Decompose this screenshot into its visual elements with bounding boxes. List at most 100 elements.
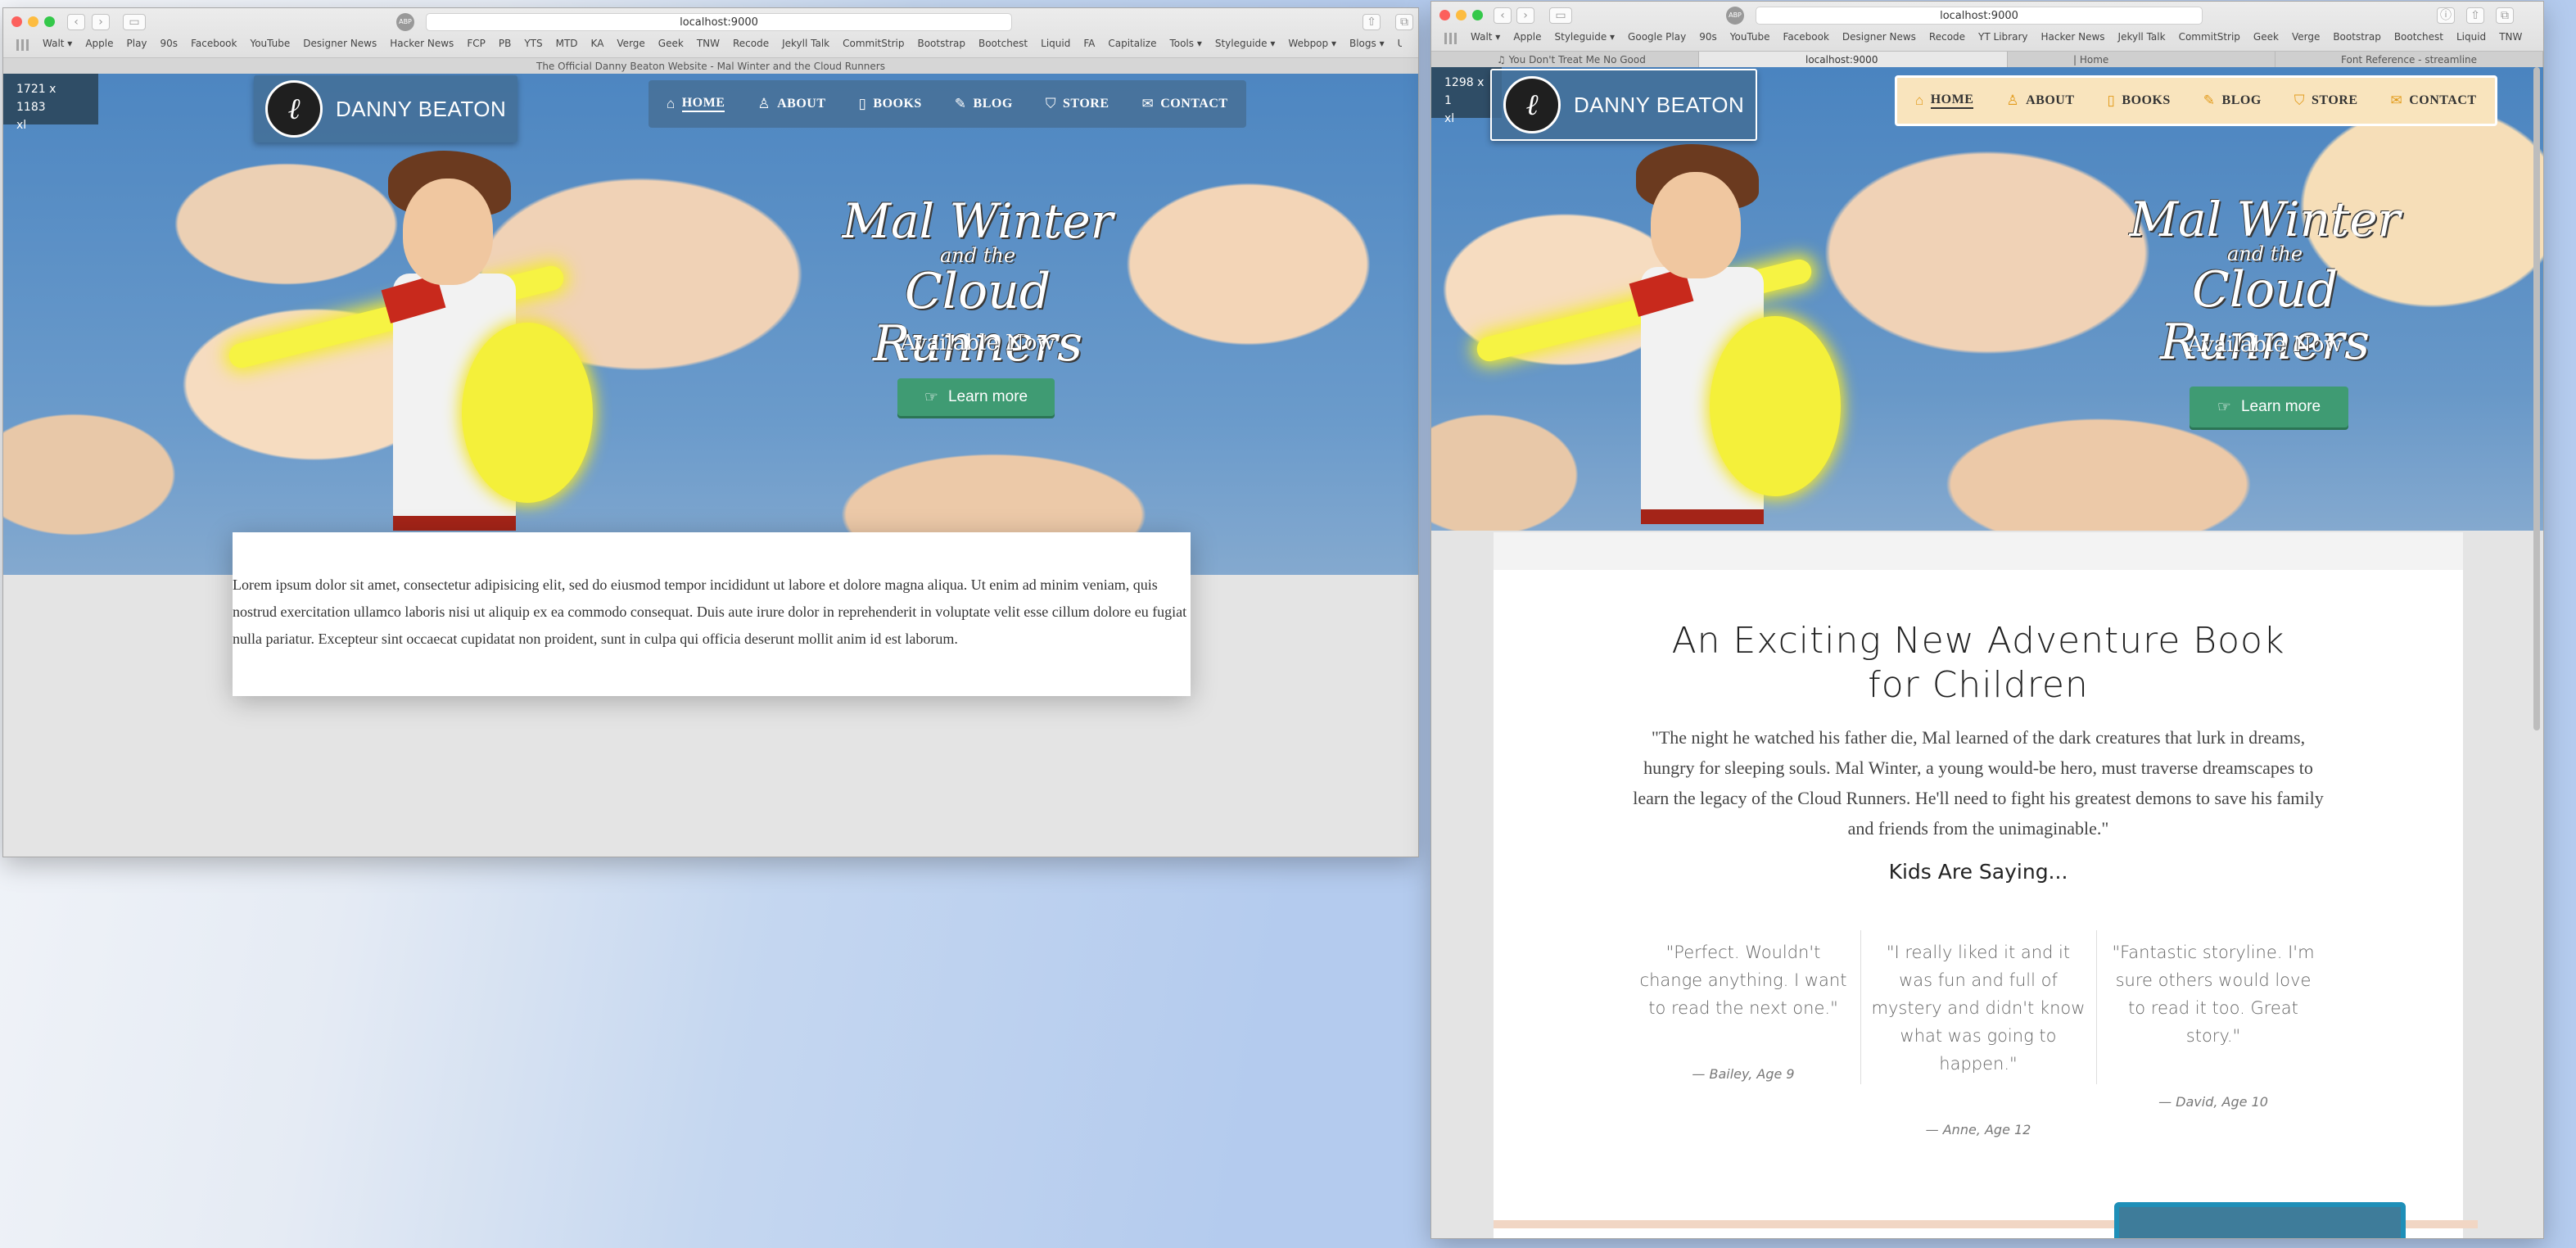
bookmark-item[interactable]: Blogs ▾	[1349, 38, 1385, 54]
home-icon: ⌂	[1915, 93, 1924, 108]
bookmark-item[interactable]: 90s	[160, 38, 179, 54]
back-icon[interactable]: ‹	[67, 14, 85, 30]
bookmark-item[interactable]: Capitalize	[1108, 38, 1156, 54]
bookmark-item[interactable]: Bootchest	[2394, 31, 2443, 47]
bookmark-item[interactable]: CommitStrip	[843, 38, 904, 54]
nav-about[interactable]: ♙ ABOUT	[2006, 93, 2074, 109]
minimize-window-button[interactable]	[28, 16, 38, 27]
address-bar[interactable]: localhost:9000	[426, 13, 1012, 31]
favorites-grid-icon[interactable]	[16, 39, 29, 51]
bookmark-item[interactable]: TNW	[697, 38, 720, 54]
bookmark-item[interactable]: YouTube	[1730, 31, 1770, 47]
back-icon[interactable]: ‹	[1494, 7, 1512, 24]
bookmark-item[interactable]: Styleguide ▾	[1555, 31, 1616, 47]
bookmark-item[interactable]: YTS	[524, 38, 542, 54]
info-icon[interactable]: ⓘ	[2437, 7, 2455, 24]
sidebar-toggle-icon[interactable]: ▭	[1549, 7, 1572, 24]
bookmark-item[interactable]: Facebook	[191, 38, 237, 54]
address-bar[interactable]: localhost:9000	[1756, 7, 2203, 25]
tab-localhost[interactable]: localhost:9000	[1699, 52, 2008, 67]
bookmark-item[interactable]: Verge	[617, 38, 644, 54]
bookmark-item[interactable]: Recode	[1929, 31, 1965, 47]
tab-home[interactable]: | Home	[2008, 52, 2275, 67]
bookmark-item[interactable]: Verge	[2292, 31, 2320, 47]
nav-blog[interactable]: ✎ BLOG	[2203, 93, 2262, 109]
tabs-overview-icon[interactable]: ⧉	[1395, 14, 1413, 30]
bookmark-item[interactable]: Hacker News	[390, 38, 454, 54]
testimonial-quote: "I really liked it and it was fun and fu…	[1871, 943, 2086, 1074]
bookmark-item[interactable]: Jekyll Talk	[2118, 31, 2166, 47]
forward-icon[interactable]: ›	[92, 14, 110, 30]
tab-bar: ♫ You Don't Treat Me No Good localhost:9…	[1431, 51, 2543, 67]
bookmark-item[interactable]: Facebook	[1783, 31, 1829, 47]
site-brand[interactable]: ℓ DANNY BEATON	[254, 75, 518, 142]
site-brand[interactable]: ℓ DANNY BEATON	[1490, 69, 1758, 141]
bookmark-item[interactable]: 90s	[1699, 31, 1717, 47]
bookmark-item[interactable]: Webpop ▾	[1288, 38, 1336, 54]
tab-music[interactable]: ♫ You Don't Treat Me No Good	[1431, 52, 1699, 67]
nav-about[interactable]: ♙ ABOUT	[757, 96, 825, 112]
bookmarks-bar: Walt ▾ Apple Play 90s Facebook YouTube Designe…	[43, 38, 1402, 54]
nav-blog[interactable]: ✎ BLOG	[955, 96, 1013, 112]
bookmark-item[interactable]: Bootchest	[978, 38, 1028, 54]
tab-font-reference[interactable]: Font Reference - streamline	[2275, 52, 2543, 67]
close-window-button[interactable]	[11, 16, 22, 27]
favorites-grid-icon[interactable]	[1444, 33, 1457, 44]
mail-icon: ✉	[2390, 93, 2403, 108]
bookmark-item[interactable]: FCP	[467, 38, 486, 54]
share-icon[interactable]: ⇧	[1363, 14, 1381, 30]
share-icon[interactable]: ⇧	[2466, 7, 2484, 24]
bookmark-item[interactable]: PB	[499, 38, 511, 54]
bookmark-item[interactable]: YT Library	[1978, 31, 2027, 47]
page-viewport: 1298 x 1 xl ℓ DANNY BEATON ⌂ HOME ♙ ABOUT …	[1431, 67, 2543, 1238]
bookmark-item[interactable]: Liquid	[1041, 38, 1070, 54]
bookmark-item[interactable]: Designer News	[1842, 31, 1916, 47]
nav-store[interactable]: ⛉ STORE	[1046, 96, 1109, 112]
bookmark-item[interactable]: Designer News	[303, 38, 377, 54]
bookmark-item[interactable]: CommitStrip	[2179, 31, 2240, 47]
zoom-window-button[interactable]	[1472, 10, 1483, 20]
extension-icon[interactable]: ABP	[1726, 7, 1744, 25]
bookmark-item[interactable]: Recode	[733, 38, 769, 54]
learn-more-button[interactable]: ☞ Learn more	[2190, 387, 2348, 427]
nav-store[interactable]: ⛉ STORE	[2294, 93, 2358, 109]
bookmark-item[interactable]: Bootstrap	[917, 38, 965, 54]
nav-home[interactable]: ⌂ HOME	[667, 96, 725, 112]
bookmark-item[interactable]: Walt ▾	[43, 38, 72, 54]
bookmark-item[interactable]: YouTube	[250, 38, 290, 54]
sidebar-toggle-icon[interactable]: ▭	[123, 14, 146, 30]
vertical-scrollbar[interactable]	[2533, 67, 2540, 730]
minimize-window-button[interactable]	[1456, 10, 1467, 20]
bookmark-item[interactable]: Google Play	[1628, 31, 1686, 47]
bookmark-item[interactable]: Play	[127, 38, 147, 54]
zoom-window-button[interactable]	[44, 16, 55, 27]
nav-home[interactable]: ⌂ HOME	[1915, 93, 1974, 109]
nav-contact[interactable]: ✉ CONTACT	[2390, 93, 2476, 109]
tabs-overview-icon[interactable]: ⧉	[2496, 7, 2514, 24]
bookmark-item[interactable]: Geek	[2253, 31, 2279, 47]
learn-more-button[interactable]: ☞ Learn more	[897, 378, 1055, 416]
bookmark-item[interactable]: Geek	[658, 38, 684, 54]
nav-contact[interactable]: ✉ CONTACT	[1141, 96, 1227, 112]
bookmark-item[interactable]: Apple	[1513, 31, 1541, 47]
bookmark-item[interactable]: Hacker News	[2040, 31, 2104, 47]
bookmark-item[interactable]: Walt ▾	[1471, 31, 1500, 47]
bookmark-item[interactable]: KA	[591, 38, 604, 54]
bookmark-item[interactable]: MTD	[556, 38, 578, 54]
close-window-button[interactable]	[1439, 10, 1450, 20]
bookmark-item[interactable]: Bootstrap	[2333, 31, 2380, 47]
extension-icon[interactable]: ABP	[396, 13, 414, 31]
kids-heading: Kids Are Saying...	[1888, 860, 2068, 884]
bookmark-item[interactable]: Apple	[85, 38, 113, 54]
main-nav: ⌂ HOME ♙ ABOUT ▯ BOOKS ✎ BLOG ⛉ STORE ✉ CONTAC…	[649, 80, 1246, 128]
bookmark-item[interactable]: Liquid	[2456, 31, 2486, 47]
forward-icon[interactable]: ›	[1516, 7, 1534, 24]
bookmark-item[interactable]: TNW	[2499, 31, 2522, 47]
bookmark-item[interactable]: Tools ▾	[1169, 38, 1201, 54]
bookmark-item[interactable]: Jekyll Talk	[782, 38, 829, 54]
bookmark-item[interactable]: FA	[1083, 38, 1095, 54]
bookmark-item[interactable]: Styleguide ▾	[1215, 38, 1276, 54]
bookmark-item[interactable]: Usability ▾	[1398, 38, 1402, 54]
nav-books[interactable]: ▯ BOOKS	[2108, 93, 2171, 109]
nav-books[interactable]: ▯ BOOKS	[859, 96, 922, 112]
